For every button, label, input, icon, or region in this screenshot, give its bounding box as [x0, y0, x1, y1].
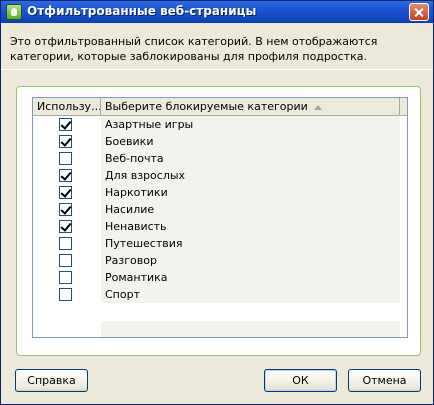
category-label: Веб-почта	[101, 150, 400, 167]
category-checkbox[interactable]	[59, 271, 72, 284]
category-checkbox[interactable]	[59, 135, 72, 148]
description-text: Это отфильтрованный список категорий. В …	[10, 35, 378, 63]
table-row[interactable]: Боевики	[33, 133, 407, 150]
category-checkbox[interactable]	[59, 288, 72, 301]
categories-list[interactable]: Использу... Выберите блокируемые категор…	[32, 97, 408, 338]
category-checkbox[interactable]	[59, 203, 72, 216]
app-shield-icon	[6, 4, 22, 20]
dialog-window: Отфильтрованные веб-страницы Это отфильт…	[0, 0, 434, 405]
row-check-cell	[33, 184, 101, 201]
row-check-cell	[33, 150, 101, 167]
column-header-filler	[400, 98, 407, 116]
row-check-cell	[33, 218, 101, 235]
close-button[interactable]	[409, 3, 429, 21]
category-label: Разговор	[101, 252, 400, 269]
table-row[interactable]: Разговор	[33, 252, 407, 269]
row-check-cell	[33, 201, 101, 218]
table-row[interactable]: Спорт	[33, 286, 407, 303]
list-header: Использу... Выберите блокируемые категор…	[33, 98, 407, 116]
table-row[interactable]: Путешествия	[33, 235, 407, 252]
divider	[1, 69, 433, 70]
table-row[interactable]: Веб-почта	[33, 150, 407, 167]
row-check-cell	[33, 252, 101, 269]
category-label: Ненависть	[101, 218, 400, 235]
category-checkbox[interactable]	[59, 237, 72, 250]
column-header-used[interactable]: Использу...	[33, 98, 101, 116]
table-row[interactable]: Ненависть	[33, 218, 407, 235]
category-label: Насилие	[101, 201, 400, 218]
categories-group: Использу... Выберите блокируемые категор…	[16, 86, 421, 356]
category-checkbox[interactable]	[59, 220, 72, 233]
row-check-cell	[33, 167, 101, 184]
row-check-cell	[33, 235, 101, 252]
category-label: Романтика	[101, 269, 400, 286]
category-label: Спорт	[101, 286, 400, 303]
table-row[interactable]: Наркотики	[33, 184, 407, 201]
row-check-cell	[33, 269, 101, 286]
row-check-cell	[33, 286, 101, 303]
category-label: Азартные игры	[101, 116, 400, 133]
category-checkbox[interactable]	[59, 118, 72, 131]
help-button[interactable]: Справка	[15, 369, 88, 392]
category-label: Для взрослых	[101, 167, 400, 184]
category-label: Наркотики	[101, 184, 400, 201]
category-checkbox[interactable]	[59, 169, 72, 182]
category-checkbox[interactable]	[59, 186, 72, 199]
category-checkbox[interactable]	[59, 254, 72, 267]
list-rows: Азартные игры Боевики Веб-почта Для взрослы…	[33, 116, 407, 337]
table-row[interactable]: Для взрослых	[33, 167, 407, 184]
cancel-button[interactable]: Отмена	[348, 369, 421, 392]
table-row[interactable]: Насилие	[33, 201, 407, 218]
category-label: Путешествия	[101, 235, 400, 252]
sort-ascending-icon	[313, 104, 322, 110]
table-row[interactable]: Романтика	[33, 269, 407, 286]
list-empty-area	[101, 321, 400, 337]
row-check-cell	[33, 116, 101, 133]
window-title: Отфильтрованные веб-страницы	[27, 4, 257, 18]
ok-button[interactable]: ОК	[264, 369, 337, 392]
row-check-cell	[33, 133, 101, 150]
category-checkbox[interactable]	[59, 152, 72, 165]
title-bar[interactable]: Отфильтрованные веб-страницы	[1, 1, 433, 23]
column-header-category-label: Выберите блокируемые категории	[105, 100, 308, 113]
table-row[interactable]: Азартные игры	[33, 116, 407, 133]
category-label: Боевики	[101, 133, 400, 150]
column-header-category[interactable]: Выберите блокируемые категории	[101, 98, 400, 116]
